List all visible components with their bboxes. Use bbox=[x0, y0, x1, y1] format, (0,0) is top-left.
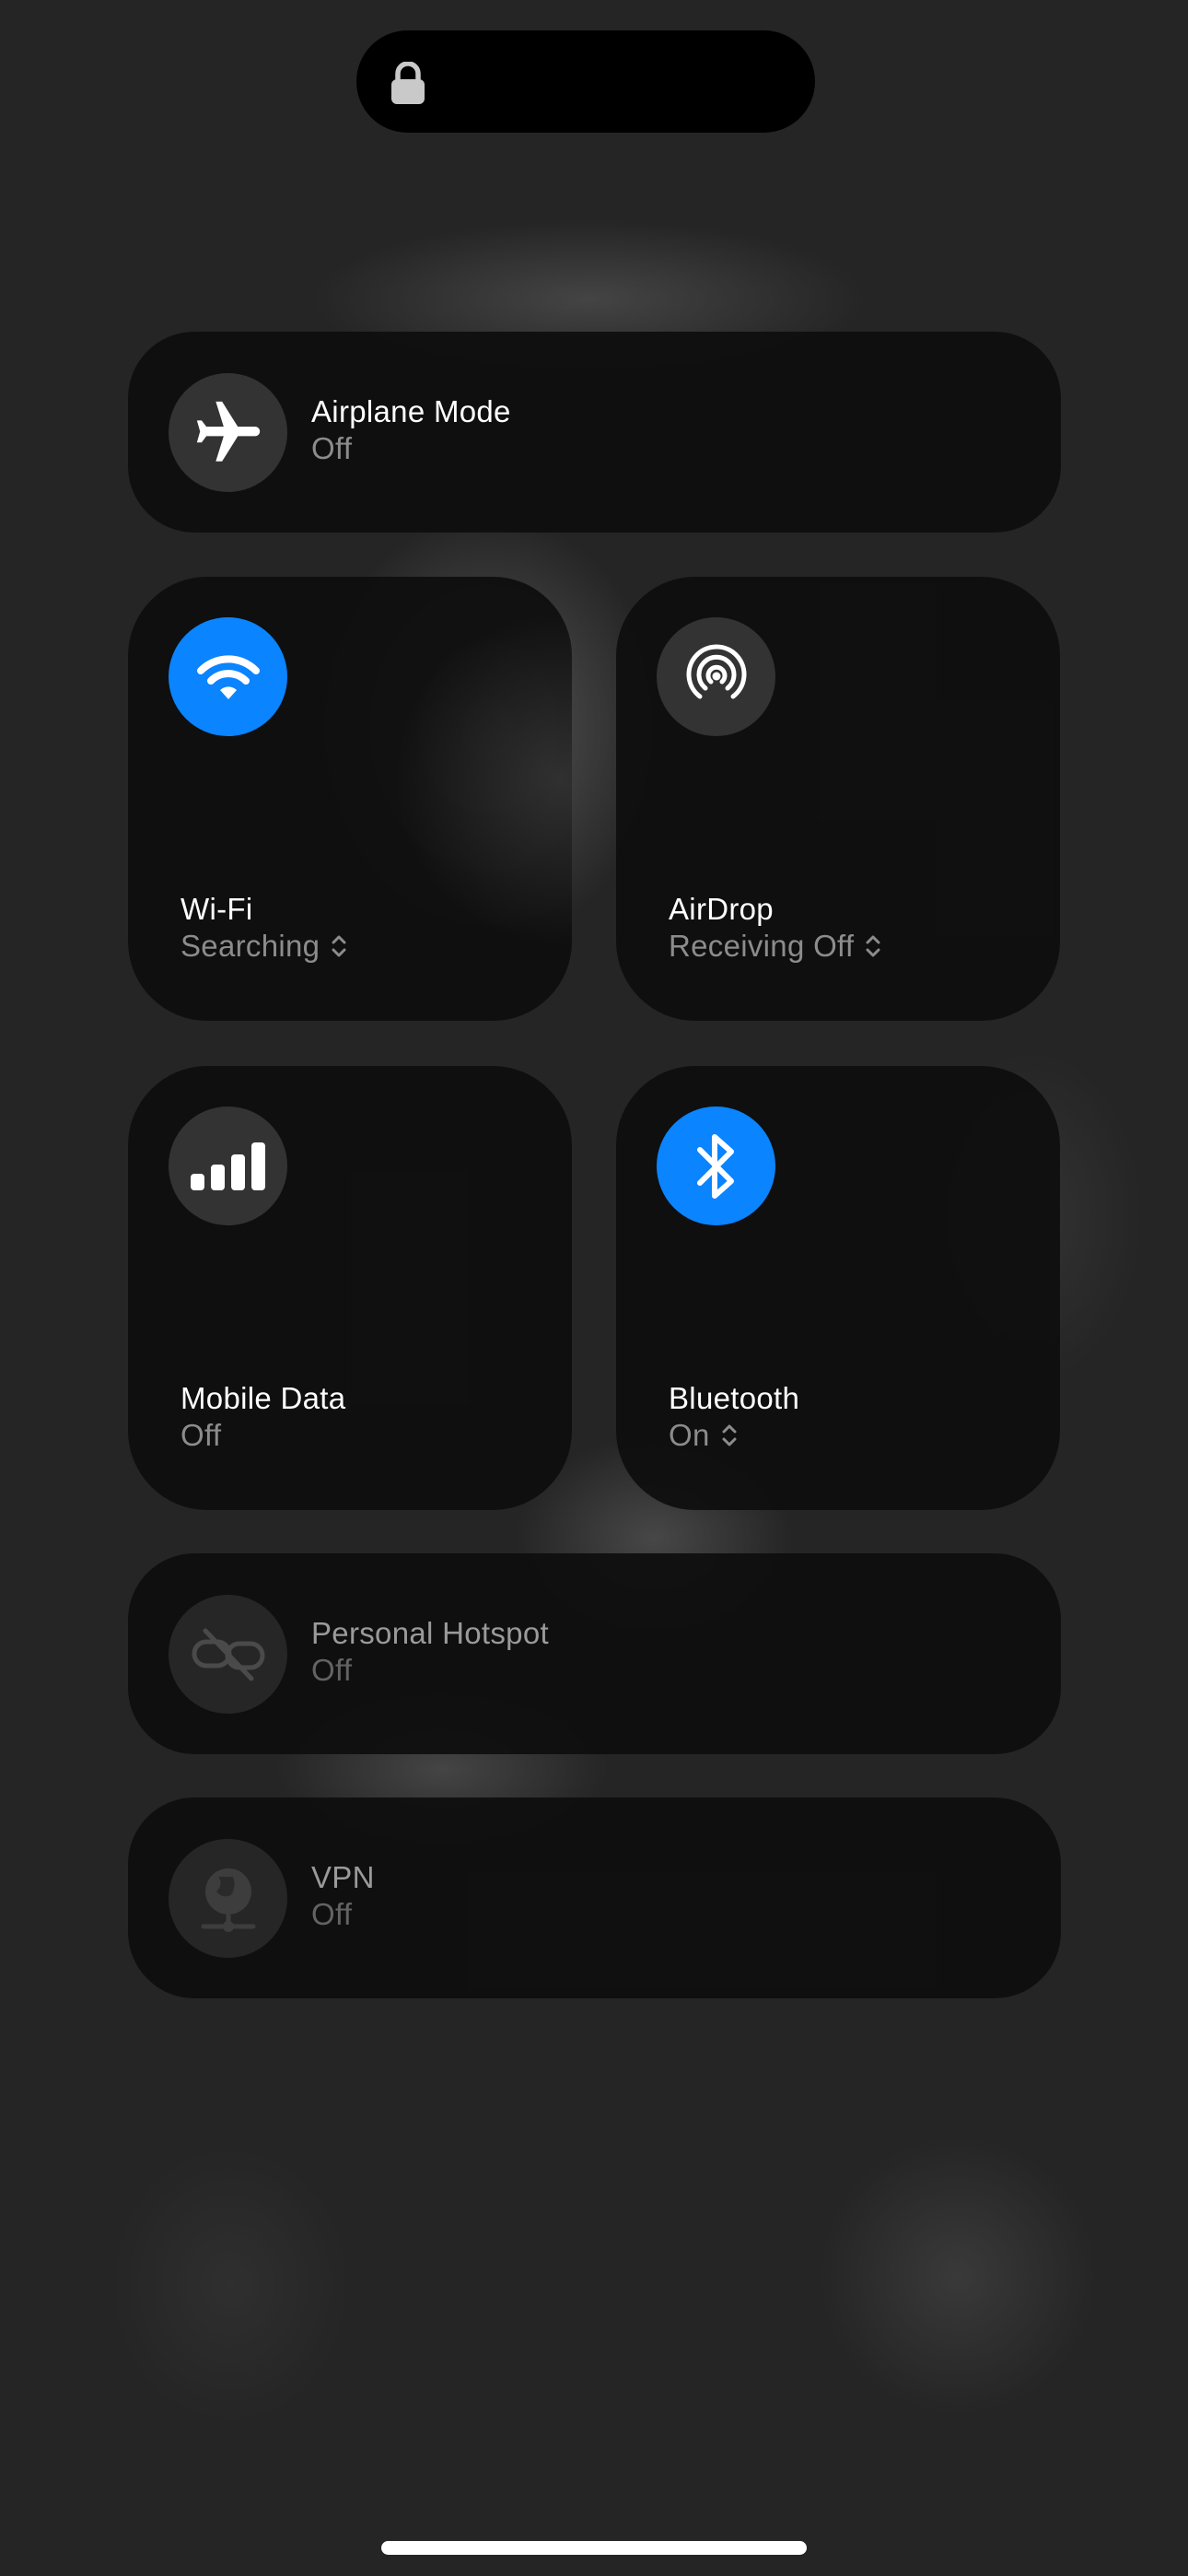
chevron-updown-icon bbox=[332, 935, 346, 957]
airplane-mode-title: Airplane Mode bbox=[311, 394, 511, 428]
vpn-globe-icon bbox=[201, 1868, 255, 1932]
lock-icon bbox=[391, 62, 425, 104]
vpn-title: VPN bbox=[311, 1860, 375, 1894]
wifi-status[interactable]: Searching bbox=[181, 929, 347, 964]
hotspot-link-icon bbox=[192, 1628, 264, 1680]
vpn-toggle[interactable] bbox=[169, 1839, 287, 1958]
wifi-icon bbox=[196, 654, 260, 699]
personal-hotspot-tile[interactable]: Personal Hotspot Off bbox=[128, 1553, 1061, 1754]
personal-hotspot-toggle[interactable] bbox=[169, 1595, 287, 1714]
wifi-title: Wi-Fi bbox=[181, 892, 253, 926]
bluetooth-tile[interactable]: Bluetooth On bbox=[616, 1066, 1060, 1510]
airplane-mode-tile[interactable]: Airplane Mode Off bbox=[128, 332, 1061, 533]
bluetooth-icon bbox=[696, 1133, 734, 1199]
personal-hotspot-title: Personal Hotspot bbox=[311, 1616, 549, 1650]
mobile-data-toggle[interactable] bbox=[169, 1107, 287, 1225]
mobile-data-title: Mobile Data bbox=[181, 1381, 346, 1415]
airdrop-tile[interactable]: AirDrop Receiving Off bbox=[616, 577, 1060, 1021]
airdrop-status[interactable]: Receiving Off bbox=[669, 929, 881, 964]
airdrop-title: AirDrop bbox=[669, 892, 774, 926]
cellular-signal-icon bbox=[190, 1142, 265, 1190]
bluetooth-title: Bluetooth bbox=[669, 1381, 800, 1415]
bluetooth-status[interactable]: On bbox=[669, 1418, 738, 1453]
wifi-toggle[interactable] bbox=[169, 617, 287, 736]
wifi-tile[interactable]: Wi-Fi Searching bbox=[128, 577, 572, 1021]
airdrop-toggle[interactable] bbox=[657, 617, 775, 736]
dynamic-island bbox=[356, 30, 815, 133]
mobile-data-tile[interactable]: Mobile Data Off bbox=[128, 1066, 572, 1510]
vpn-tile[interactable]: VPN Off bbox=[128, 1797, 1061, 1998]
personal-hotspot-status: Off bbox=[311, 1653, 353, 1687]
bluetooth-toggle[interactable] bbox=[657, 1107, 775, 1225]
airplane-icon bbox=[196, 401, 260, 462]
mobile-data-status: Off bbox=[181, 1418, 222, 1452]
vpn-status: Off bbox=[311, 1897, 353, 1931]
airplane-mode-status: Off bbox=[311, 431, 353, 465]
chevron-updown-icon bbox=[866, 935, 880, 957]
home-indicator[interactable] bbox=[381, 2541, 807, 2555]
airplane-mode-toggle[interactable] bbox=[169, 373, 287, 492]
airdrop-icon bbox=[686, 644, 746, 698]
chevron-updown-icon bbox=[722, 1424, 737, 1446]
